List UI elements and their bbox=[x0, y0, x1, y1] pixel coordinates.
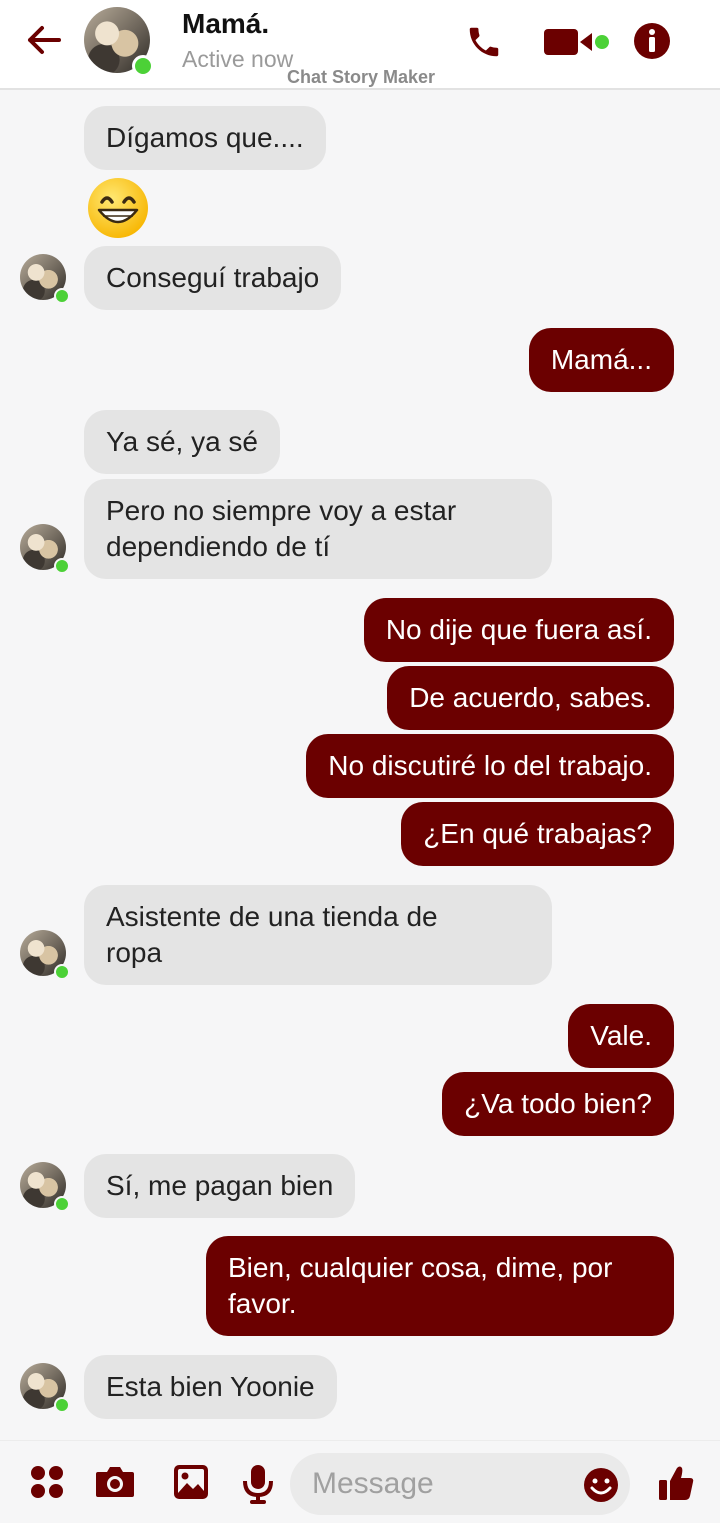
contact-status: Active now bbox=[182, 46, 294, 72]
message-bubble-incoming[interactable]: Esta bien Yoonie bbox=[84, 1355, 337, 1419]
apps-icon[interactable] bbox=[26, 1461, 68, 1503]
contact-avatar-small bbox=[20, 930, 70, 980]
contact-avatar-small bbox=[20, 1162, 70, 1212]
back-arrow-icon[interactable] bbox=[22, 18, 66, 62]
message-bubble-incoming[interactable]: Pero no siempre voy a estar dependiendo … bbox=[84, 479, 552, 579]
online-indicator bbox=[54, 288, 70, 304]
contact-avatar[interactable] bbox=[84, 7, 154, 77]
info-icon[interactable] bbox=[630, 19, 674, 63]
camera-icon[interactable] bbox=[92, 1461, 138, 1503]
message-input[interactable] bbox=[290, 1453, 630, 1515]
message-bubble-incoming[interactable]: Dígamos que.... bbox=[84, 106, 326, 170]
online-indicator bbox=[54, 558, 70, 574]
message-bubble-incoming[interactable]: Ya sé, ya sé bbox=[84, 410, 281, 474]
message-bubble-outgoing[interactable]: No discutiré lo del trabajo. bbox=[306, 734, 674, 798]
contact-name[interactable]: Mamá. bbox=[182, 8, 269, 40]
message-bubble-incoming[interactable]: Asistente de una tienda de ropa bbox=[84, 885, 552, 985]
message-bubble-outgoing[interactable]: No dije que fuera así. bbox=[363, 598, 674, 662]
message-bubble-outgoing[interactable]: De acuerdo, sabes. bbox=[387, 666, 674, 730]
message-bubble-outgoing[interactable]: ¿En qué trabajas? bbox=[401, 802, 674, 866]
phone-icon[interactable] bbox=[462, 20, 506, 64]
online-indicator bbox=[54, 1196, 70, 1212]
contact-avatar-small bbox=[20, 524, 70, 574]
emoji-icon[interactable] bbox=[580, 1464, 622, 1506]
chat-header: Mamá. Active now Chat Story Maker bbox=[0, 0, 720, 90]
message-bubble-outgoing[interactable]: Vale. bbox=[568, 1004, 674, 1068]
thumbs-up-icon[interactable] bbox=[654, 1461, 698, 1505]
online-indicator bbox=[132, 55, 154, 77]
video-camera-icon[interactable] bbox=[542, 20, 614, 64]
contact-avatar-small bbox=[20, 254, 70, 304]
online-indicator bbox=[54, 1397, 70, 1413]
watermark: Chat Story Maker bbox=[287, 67, 436, 87]
gallery-icon[interactable] bbox=[170, 1461, 212, 1503]
contact-avatar-small bbox=[20, 1363, 70, 1413]
message-bubble-outgoing[interactable]: Bien, cualquier cosa, dime, por favor. bbox=[206, 1236, 674, 1336]
online-indicator bbox=[54, 964, 70, 980]
message-bubble-incoming[interactable]: Sí, me pagan bien bbox=[84, 1154, 356, 1218]
grinning-face-emoji-icon bbox=[88, 178, 148, 238]
message-bubble-outgoing[interactable]: Mamá... bbox=[528, 328, 674, 392]
microphone-icon[interactable] bbox=[238, 1461, 278, 1507]
message-bubble-incoming[interactable]: Conseguí trabajo bbox=[84, 246, 342, 310]
message-bubble-outgoing[interactable]: ¿Va todo bien? bbox=[442, 1072, 674, 1136]
message-composer bbox=[0, 1440, 720, 1523]
